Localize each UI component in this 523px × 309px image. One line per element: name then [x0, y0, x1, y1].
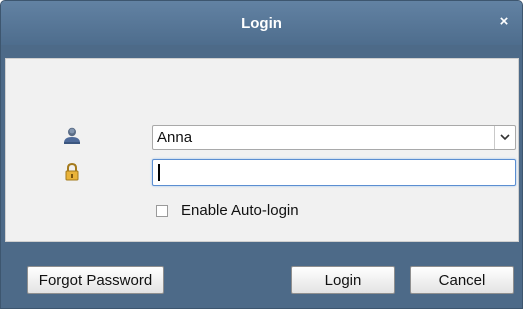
user-icon: [62, 126, 82, 146]
forgot-password-button[interactable]: Forgot Password: [27, 266, 164, 294]
close-button[interactable]: ×: [495, 13, 513, 31]
chevron-down-icon[interactable]: [494, 126, 515, 149]
cancel-button[interactable]: Cancel: [410, 266, 514, 294]
title-bar[interactable]: Login ×: [1, 1, 522, 45]
login-button[interactable]: Login: [291, 266, 395, 294]
lock-icon: [62, 162, 82, 182]
login-dialog: Login × Anna Enable Auto-login Forgot Pa…: [0, 0, 523, 309]
username-combobox[interactable]: Anna: [152, 125, 516, 150]
text-cursor: [158, 164, 160, 181]
auto-login-option[interactable]: Enable Auto-login: [156, 202, 299, 219]
password-field[interactable]: [152, 159, 516, 186]
auto-login-label: Enable Auto-login: [181, 202, 299, 219]
form-panel: Anna Enable Auto-login: [5, 58, 519, 242]
username-value[interactable]: Anna: [153, 129, 494, 146]
auto-login-checkbox[interactable]: [156, 204, 168, 217]
dialog-title: Login: [241, 14, 282, 32]
